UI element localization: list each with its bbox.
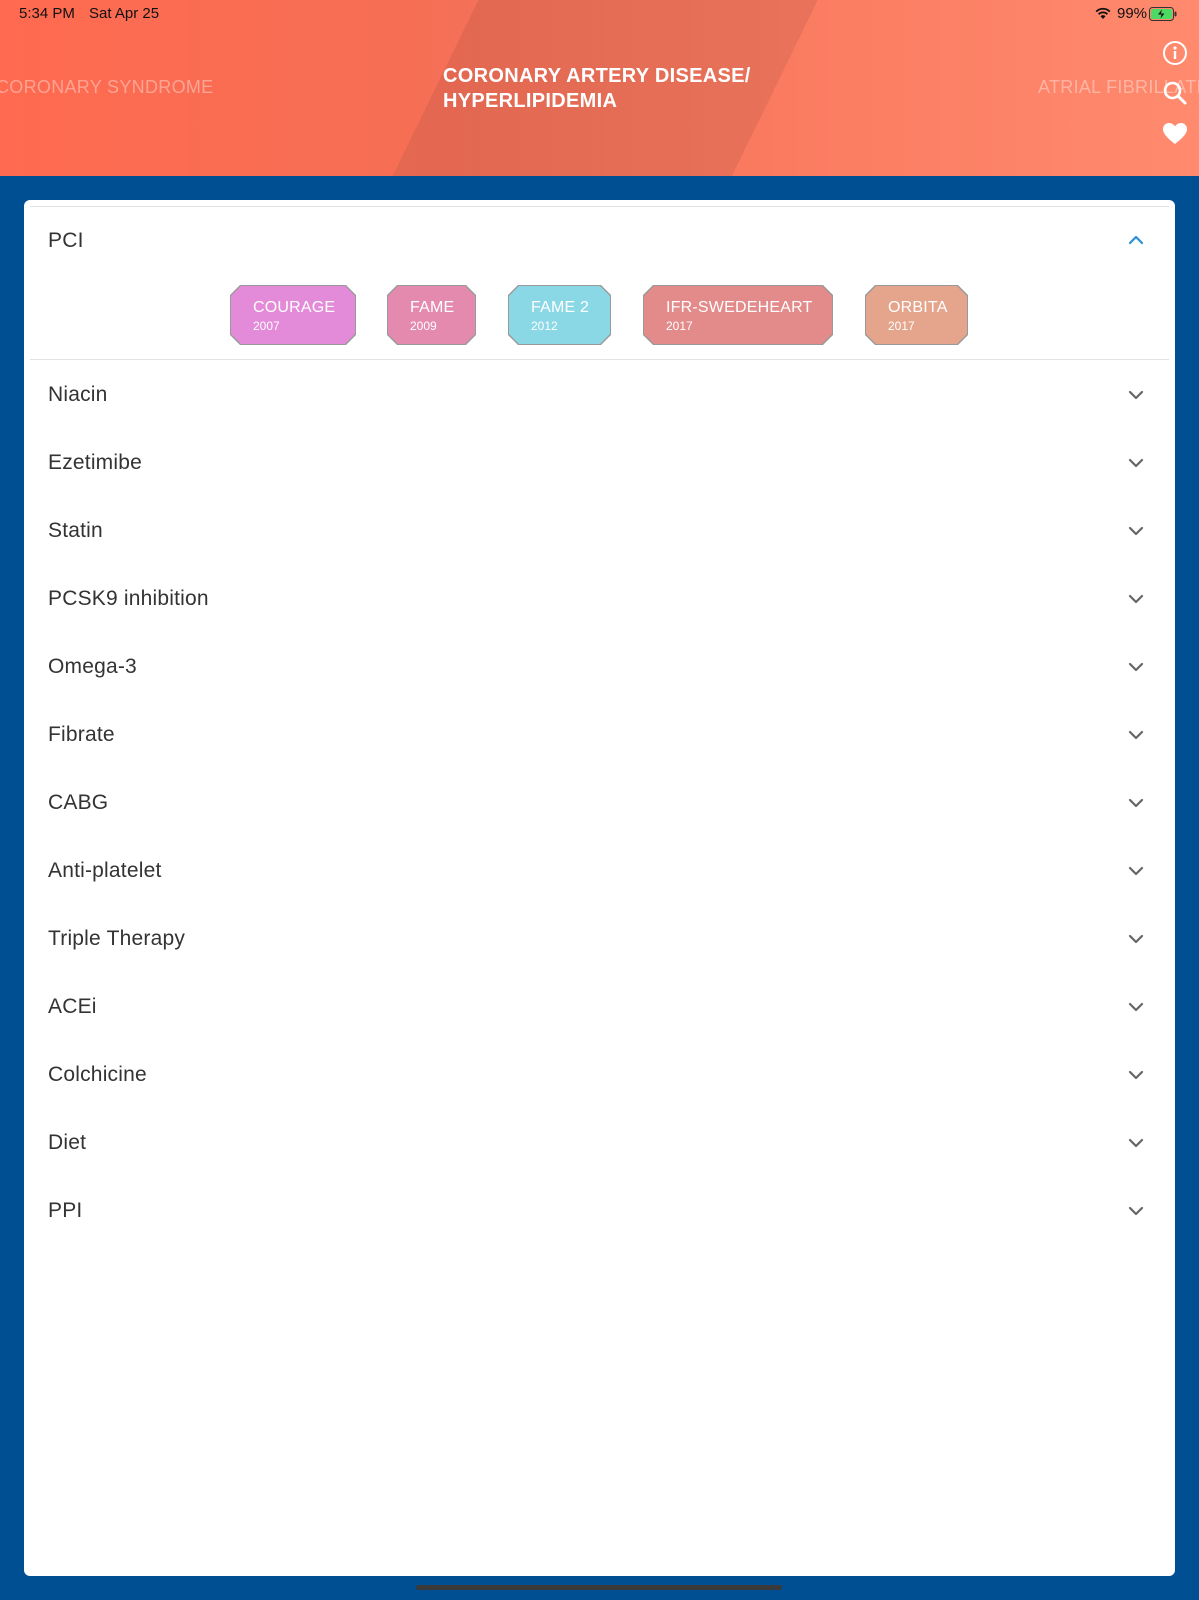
section-label: PCSK9 inhibition xyxy=(48,587,209,610)
home-indicator xyxy=(416,1585,782,1590)
chevron-down-icon[interactable] xyxy=(1128,1002,1144,1012)
chevron-down-icon[interactable] xyxy=(1128,1138,1144,1148)
chevron-down-icon[interactable] xyxy=(1128,798,1144,808)
section-row-statin[interactable]: Statin xyxy=(24,497,1175,565)
trial-year: 2017 xyxy=(666,319,693,333)
section-row-ezetimibe[interactable]: Ezetimibe xyxy=(24,429,1175,497)
section-row-cabg[interactable]: CABG xyxy=(24,769,1175,837)
chevron-down-icon[interactable] xyxy=(1128,458,1144,468)
search-icon[interactable] xyxy=(1162,80,1188,106)
section-row-fibrate[interactable]: Fibrate xyxy=(24,701,1175,769)
section-label: PPI xyxy=(48,1199,83,1222)
trial-badge-fame[interactable]: FAME 2009 xyxy=(387,285,476,345)
trial-year: 2012 xyxy=(531,319,558,333)
section-row-pci[interactable]: PCI xyxy=(24,207,1175,273)
prev-topic-tab[interactable]: CORONARY SYNDROME xyxy=(0,77,213,98)
section-row-triple-therapy[interactable]: Triple Therapy xyxy=(24,905,1175,973)
section-label: ACEi xyxy=(48,995,97,1018)
section-row-niacin[interactable]: Niacin xyxy=(24,361,1175,429)
section-row-pcsk9-inhibition[interactable]: PCSK9 inhibition xyxy=(24,565,1175,633)
trial-badge-ifr-swedeheart[interactable]: IFR-SWEDEHEART 2017 xyxy=(643,285,833,345)
section-label: CABG xyxy=(48,791,109,814)
trial-name: FAME 2 xyxy=(531,299,590,316)
trial-year: 2007 xyxy=(253,319,280,333)
section-divider xyxy=(30,359,1169,360)
info-icon[interactable] xyxy=(1162,40,1188,66)
section-label: Fibrate xyxy=(48,723,115,746)
section-row-diet[interactable]: Diet xyxy=(24,1109,1175,1177)
trial-year: 2009 xyxy=(410,319,437,333)
section-row-anti-platelet[interactable]: Anti-platelet xyxy=(24,837,1175,905)
trial-year: 2017 xyxy=(888,319,915,333)
title-line-1: CORONARY ARTERY DISEASE/ xyxy=(443,65,751,87)
badge-fill: ORBITA 2017 xyxy=(866,286,967,344)
section-row-ppi[interactable]: PPI xyxy=(24,1177,1175,1245)
section-label: Anti-platelet xyxy=(48,859,162,882)
battery-charging-icon xyxy=(1149,7,1177,21)
chevron-down-icon[interactable] xyxy=(1128,1206,1144,1216)
section-label: Ezetimibe xyxy=(48,451,143,474)
section-label: Statin xyxy=(48,519,103,542)
status-time: 5:34 PM xyxy=(19,5,75,22)
chevron-down-icon[interactable] xyxy=(1128,662,1144,672)
section-label: PCI xyxy=(48,229,84,252)
content-card: PCI COURAGE 2007 FAME 2009 FAME 2 2012 I… xyxy=(24,200,1175,1576)
chevron-down-icon[interactable] xyxy=(1128,390,1144,400)
trial-name: FAME xyxy=(410,299,455,316)
section-label: Colchicine xyxy=(48,1063,147,1086)
section-label: Triple Therapy xyxy=(48,927,186,950)
trial-badge-fame-2[interactable]: FAME 2 2012 xyxy=(508,285,611,345)
chevron-down-icon[interactable] xyxy=(1128,1070,1144,1080)
badge-fill: FAME 2009 xyxy=(388,286,475,344)
wifi-icon xyxy=(1095,7,1111,19)
trial-badge-courage[interactable]: COURAGE 2007 xyxy=(230,285,356,345)
section-list: Niacin Ezetimibe Statin PCSK9 inhibition… xyxy=(24,361,1175,1245)
chevron-down-icon[interactable] xyxy=(1128,934,1144,944)
chevron-up-icon[interactable] xyxy=(1128,235,1144,245)
title-line-2: HYPERLIPIDEMIA xyxy=(443,90,618,112)
status-bar: 5:34 PM Sat Apr 25 99% xyxy=(0,0,1199,28)
trial-name: COURAGE xyxy=(253,299,336,316)
trial-badge-orbita[interactable]: ORBITA 2017 xyxy=(865,285,968,345)
trial-name: ORBITA xyxy=(888,299,948,316)
chevron-down-icon[interactable] xyxy=(1128,730,1144,740)
trial-name: IFR-SWEDEHEART xyxy=(666,299,813,316)
chevron-down-icon[interactable] xyxy=(1128,526,1144,536)
trial-badges: COURAGE 2007 FAME 2009 FAME 2 2012 IFR-S… xyxy=(24,285,1175,347)
chevron-down-icon[interactable] xyxy=(1128,866,1144,876)
section-label: Niacin xyxy=(48,383,108,406)
heart-icon[interactable] xyxy=(1162,121,1188,147)
status-date: Sat Apr 25 xyxy=(89,5,160,22)
badge-fill: COURAGE 2007 xyxy=(231,286,355,344)
badge-fill: FAME 2 2012 xyxy=(509,286,610,344)
section-label: Diet xyxy=(48,1131,87,1154)
section-row-acei[interactable]: ACEi xyxy=(24,973,1175,1041)
battery-percent: 99% xyxy=(1117,5,1148,22)
header: 5:34 PM Sat Apr 25 99% CORONARY SYNDROME… xyxy=(0,0,1199,176)
section-row-omega-3[interactable]: Omega-3 xyxy=(24,633,1175,701)
section-label: Omega-3 xyxy=(48,655,137,678)
chevron-down-icon[interactable] xyxy=(1128,594,1144,604)
badge-fill: IFR-SWEDEHEART 2017 xyxy=(644,286,832,344)
page-title: CORONARY ARTERY DISEASE/ HYPERLIPIDEMIA xyxy=(443,64,783,114)
section-row-colchicine[interactable]: Colchicine xyxy=(24,1041,1175,1109)
